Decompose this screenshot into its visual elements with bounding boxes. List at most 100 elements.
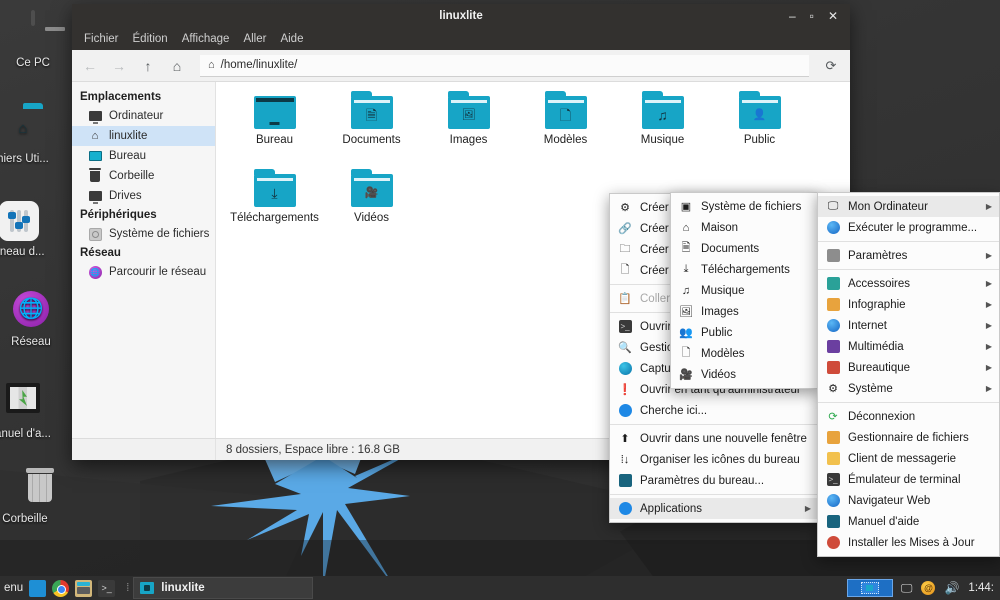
- menu-item-applications[interactable]: Applications ▶: [610, 498, 818, 519]
- window-titlebar[interactable]: linuxlite – ▫ ✕: [72, 4, 850, 28]
- app-item-parametres[interactable]: Paramètres ▶: [818, 245, 999, 266]
- menu-item-label: Client de messagerie: [848, 452, 957, 465]
- paste-icon: 📋: [618, 293, 632, 305]
- downloads-folder-icon: ⤓: [253, 169, 296, 207]
- app-item-systeme[interactable]: ⚙ Système ▶: [818, 378, 999, 399]
- path-bar[interactable]: ⌂ /home/linuxlite/: [200, 54, 809, 77]
- applications-menu[interactable]: 🖵 Mon Ordinateur ▶ Exécuter le programme…: [817, 192, 1000, 557]
- up-icon[interactable]: ↑: [138, 56, 158, 76]
- web-browser-icon: [826, 494, 840, 508]
- sidebar-item-ordinateur[interactable]: Ordinateur: [72, 106, 215, 126]
- file-item-musique[interactable]: ♫ Musique: [614, 91, 711, 170]
- minimize-button[interactable]: –: [789, 10, 796, 22]
- system-icon: ⚙: [828, 383, 838, 395]
- menu-item-parametres-bureau[interactable]: Paramètres du bureau...: [610, 470, 818, 491]
- places-item-telechargements[interactable]: ⤓ Téléchargements: [671, 259, 817, 280]
- places-item-systeme-de-fichiers[interactable]: ▣ Système de fichiers: [671, 196, 817, 217]
- app-item-bureautique[interactable]: Bureautique ▶: [818, 357, 999, 378]
- menu-item-organiser-icones[interactable]: ⁞↓ Organiser les icônes du bureau: [610, 449, 818, 470]
- desktop-icon-help-manual[interactable]: anuel d'a...: [0, 378, 60, 441]
- places-item-public[interactable]: 👥 Public: [671, 322, 817, 343]
- files-launcher-icon[interactable]: [29, 579, 47, 597]
- app-item-manuel-aide[interactable]: Manuel d'aide: [818, 511, 999, 532]
- path-home-icon: ⌂: [208, 59, 215, 71]
- file-manager-launcher-icon[interactable]: [75, 579, 93, 597]
- file-item-videos[interactable]: 🎥 Vidéos: [323, 169, 420, 248]
- menu-item-label: Manuel d'aide: [848, 515, 920, 528]
- download-icon: ⤓: [683, 263, 689, 275]
- sidebar-item-label: Corbeille: [109, 170, 155, 182]
- menu-item-ouvrir-nouvelle-fenetre[interactable]: ⬆ Ouvrir dans une nouvelle fenêtre: [610, 428, 818, 449]
- sidebar-item-bureau[interactable]: Bureau: [72, 146, 215, 166]
- updates-icon[interactable]: @: [921, 581, 936, 595]
- menu-item-label: Navigateur Web: [848, 494, 931, 507]
- music-folder-icon: ♫: [641, 91, 684, 129]
- menu-item-cherche-ici[interactable]: Cherche ici...: [610, 400, 818, 421]
- file-item-bureau[interactable]: ▬ Bureau: [226, 92, 323, 170]
- places-item-images[interactable]: 🖼 Images: [671, 301, 817, 322]
- app-item-accessoires[interactable]: Accessoires ▶: [818, 273, 999, 294]
- menu-affichage[interactable]: Affichage: [182, 33, 230, 45]
- menu-item-label: Bureautique: [848, 361, 911, 374]
- display-icon[interactable]: 🖵: [901, 581, 913, 596]
- app-item-mon-ordinateur[interactable]: 🖵 Mon Ordinateur ▶: [818, 196, 999, 217]
- sidebar-item-linuxlite[interactable]: ⌂ linuxlite: [72, 126, 215, 146]
- places-submenu[interactable]: ▣ Système de fichiers ⌂ Maison 🗎 Documen…: [670, 192, 818, 389]
- app-item-installer-mises-a-jour[interactable]: Installer les Mises à Jour: [818, 532, 999, 553]
- app-item-client-messagerie[interactable]: Client de messagerie: [818, 448, 999, 469]
- file-item-modeles[interactable]: 🗋 Modèles: [517, 91, 614, 170]
- volume-icon[interactable]: 🔊: [944, 581, 959, 595]
- back-icon[interactable]: ←: [80, 56, 100, 76]
- desktop-icon-user-files[interactable]: ⌂ hiers Uti...: [0, 108, 60, 166]
- sidebar-item-drives[interactable]: Drives: [72, 186, 215, 206]
- app-item-multimedia[interactable]: Multimédia ▶: [818, 336, 999, 357]
- start-menu-label: enu: [4, 582, 24, 594]
- desktop-icon-network[interactable]: 🌐 Réseau: [0, 288, 68, 349]
- app-item-gestionnaire-fichiers[interactable]: Gestionnaire de fichiers: [818, 427, 999, 448]
- menu-fichier[interactable]: Fichier: [84, 33, 119, 45]
- menu-item-label: Mon Ordinateur: [848, 200, 928, 213]
- places-item-maison[interactable]: ⌂ Maison: [671, 217, 817, 238]
- menu-aide[interactable]: Aide: [280, 33, 303, 45]
- menu-item-label: Documents: [701, 242, 760, 255]
- file-item-public[interactable]: 👤 Public: [711, 91, 808, 170]
- menu-aller[interactable]: Aller: [243, 33, 266, 45]
- app-item-emulateur-terminal[interactable]: >_ Émulateur de terminal: [818, 469, 999, 490]
- app-item-internet[interactable]: Internet ▶: [818, 315, 999, 336]
- terminal-launcher-icon[interactable]: >_: [98, 579, 116, 597]
- sidebar-item-corbeille[interactable]: Corbeille: [72, 166, 215, 186]
- start-menu-button[interactable]: enu: [0, 582, 29, 594]
- taskbar-handle[interactable]: ⁞: [121, 582, 133, 594]
- app-item-infographie[interactable]: Infographie ▶: [818, 294, 999, 315]
- app-item-navigateur-web[interactable]: Navigateur Web: [818, 490, 999, 511]
- taskbar-window-button[interactable]: linuxlite: [133, 577, 314, 599]
- template-icon: 🗋: [681, 347, 691, 359]
- places-item-documents[interactable]: 🗎 Documents: [671, 238, 817, 259]
- sidebar-item-label: Système de fichiers: [109, 228, 210, 240]
- desktop-icon-trash[interactable]: Corbeille: [0, 468, 62, 526]
- places-item-videos[interactable]: 🎥 Vidéos: [671, 364, 817, 385]
- sidebar-item-systeme-de-fichiers[interactable]: Système de fichiers: [72, 224, 215, 244]
- places-item-musique[interactable]: ♫ Musique: [671, 280, 817, 301]
- app-item-deconnexion[interactable]: ⟳ Déconnexion: [818, 406, 999, 427]
- file-item-telechargements[interactable]: ⤓ Téléchargements: [226, 169, 323, 248]
- sidebar-item-parcourir-le-reseau[interactable]: 🌐 Parcourir le réseau: [72, 262, 215, 282]
- maximize-button[interactable]: ▫: [810, 10, 814, 22]
- file-item-images[interactable]: 🖼 Images: [420, 91, 517, 170]
- places-item-modeles[interactable]: 🗋 Modèles: [671, 343, 817, 364]
- home-icon[interactable]: ⌂: [167, 56, 187, 76]
- close-button[interactable]: ✕: [828, 10, 838, 22]
- desktop-icon-ce-pc[interactable]: Ce PC: [0, 10, 70, 70]
- workspace-switcher[interactable]: [846, 579, 893, 597]
- menu-item-label: Gestionnaire de fichiers: [848, 431, 969, 444]
- forward-icon[interactable]: →: [109, 56, 129, 76]
- menubar: Fichier Édition Affichage Aller Aide: [72, 28, 850, 50]
- clock[interactable]: 1:44:: [968, 582, 994, 594]
- file-item-documents[interactable]: 🗎 Documents: [323, 91, 420, 170]
- document-icon: 🗎: [681, 242, 691, 254]
- reload-icon[interactable]: ⟳: [820, 58, 842, 74]
- menu-edition[interactable]: Édition: [133, 33, 168, 45]
- desktop-icon-control-panel[interactable]: nneau d...: [0, 200, 56, 259]
- chrome-launcher-icon[interactable]: [52, 579, 70, 597]
- app-item-executer-programme[interactable]: Exécuter le programme...: [818, 217, 999, 238]
